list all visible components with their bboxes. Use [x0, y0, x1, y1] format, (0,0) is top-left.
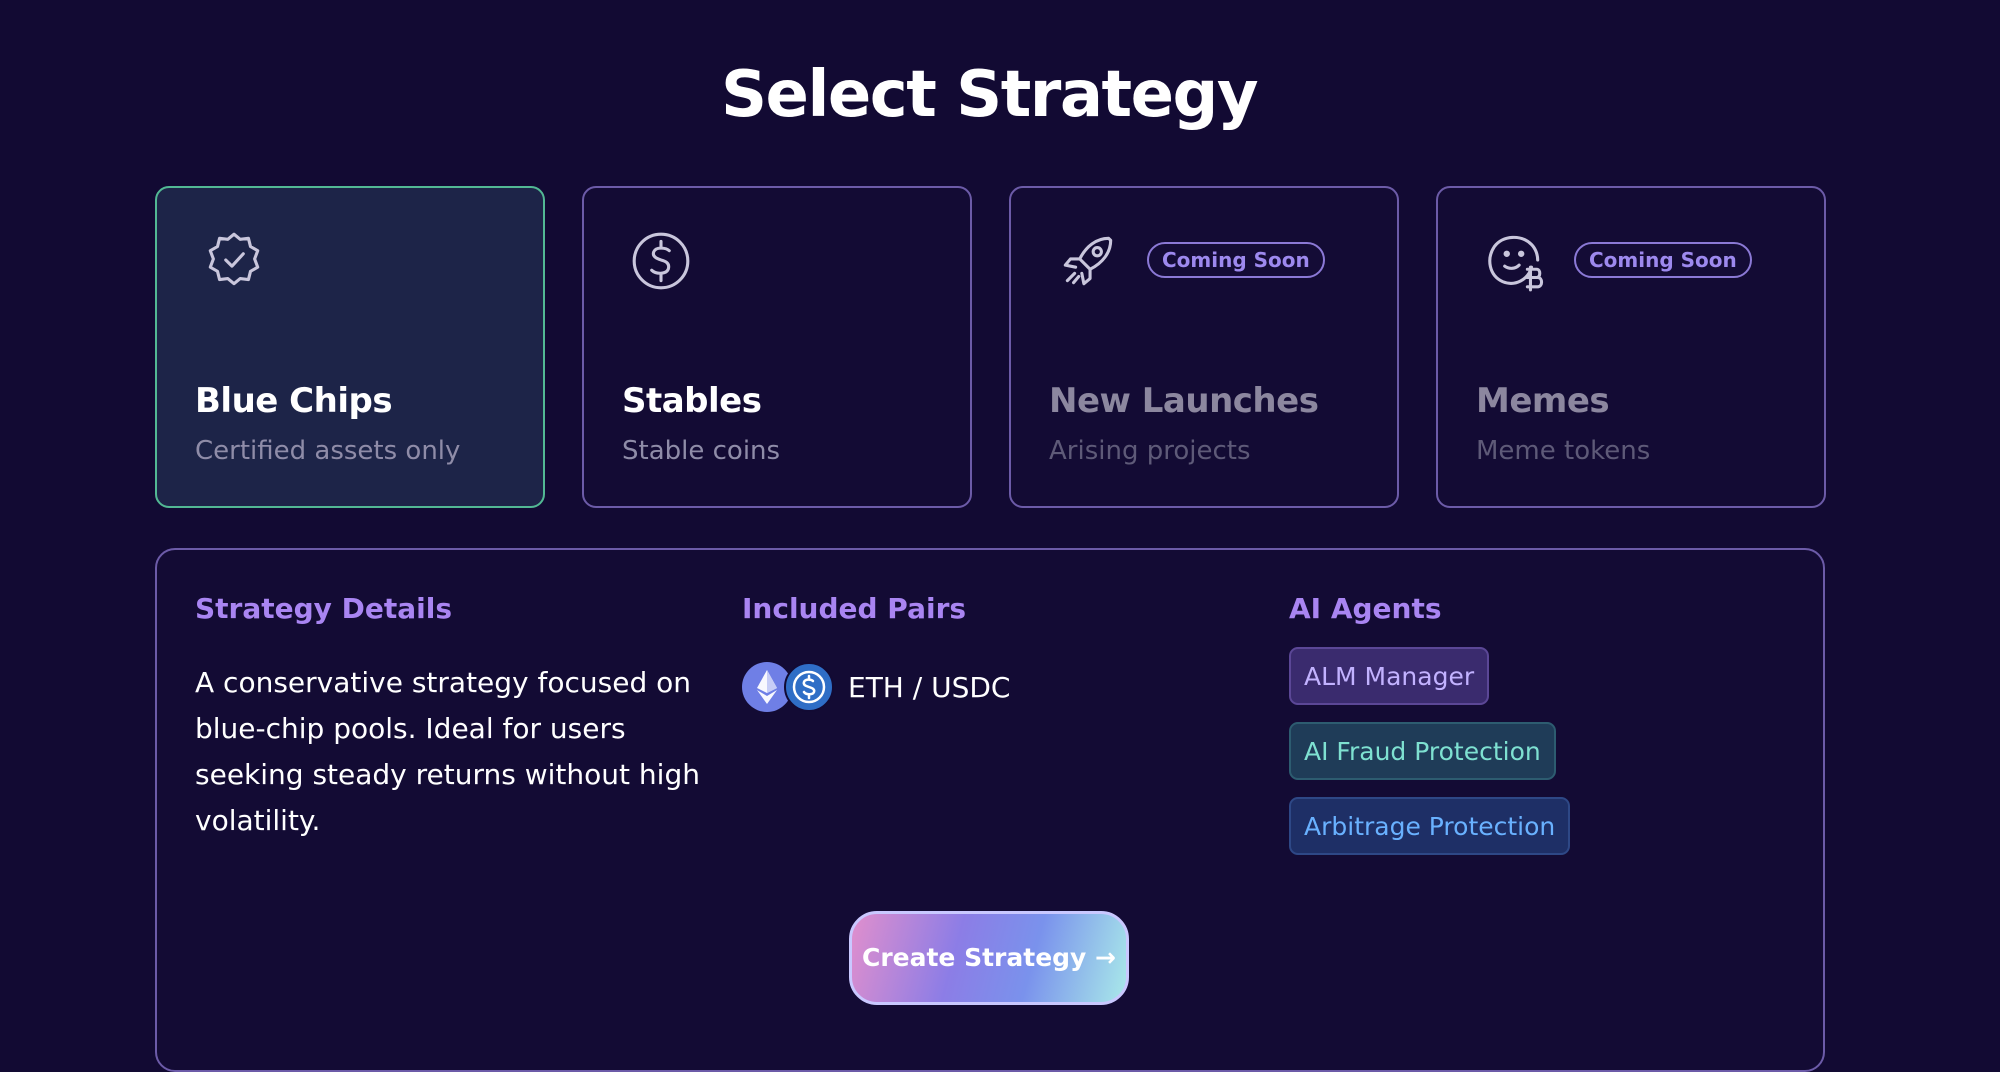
included-pairs-heading: Included Pairs — [742, 592, 967, 625]
page-title: Select Strategy — [720, 58, 1259, 132]
strategy-card-subtitle: Meme tokens — [1476, 436, 1651, 466]
ai-agents-heading: AI Agents — [1289, 592, 1442, 625]
strategy-card-stables[interactable]: Stables Stable coins — [582, 186, 972, 508]
verified-badge-icon — [201, 228, 267, 294]
strategy-card-blue-chips[interactable]: Blue Chips Certified assets only — [155, 186, 545, 508]
agent-chip-arbitrage-protection: Arbitrage Protection — [1289, 797, 1571, 855]
smiley-bitcoin-icon — [1482, 228, 1548, 294]
strategy-card-title: Blue Chips — [195, 381, 393, 421]
strategy-details-panel: Strategy Details A conservative strategy… — [155, 548, 1825, 1072]
strategy-cards: Blue Chips Certified assets only Stables… — [155, 186, 1826, 508]
strategy-card-memes[interactable]: Coming Soon Memes Meme tokens — [1436, 186, 1826, 508]
pair-item: ETH / USDC — [742, 660, 1010, 714]
dollar-coin-icon — [628, 228, 694, 294]
coming-soon-badge: Coming Soon — [1574, 242, 1752, 278]
strategy-card-subtitle: Certified assets only — [195, 436, 461, 466]
coming-soon-badge: Coming Soon — [1147, 242, 1325, 278]
rocket-icon — [1055, 228, 1121, 294]
create-strategy-button[interactable]: Create Strategy → — [849, 911, 1129, 1005]
strategy-card-title: Stables — [622, 381, 762, 421]
usdc-icon — [784, 662, 834, 712]
pair-label: ETH / USDC — [848, 670, 1011, 704]
strategy-card-subtitle: Arising projects — [1049, 436, 1251, 466]
agent-chip-alm-manager: ALM Manager — [1289, 647, 1490, 705]
strategy-details-heading: Strategy Details — [195, 592, 453, 625]
strategy-description: A conservative strategy focused on blue-… — [195, 666, 700, 837]
strategy-card-title: New Launches — [1049, 381, 1319, 421]
strategy-card-title: Memes — [1476, 381, 1610, 421]
strategy-card-subtitle: Stable coins — [622, 436, 781, 466]
pair-icons — [742, 660, 836, 714]
agent-chip-ai-fraud-protection: AI Fraud Protection — [1289, 722, 1556, 780]
strategy-card-new-launches[interactable]: Coming Soon New Launches Arising project… — [1009, 186, 1399, 508]
